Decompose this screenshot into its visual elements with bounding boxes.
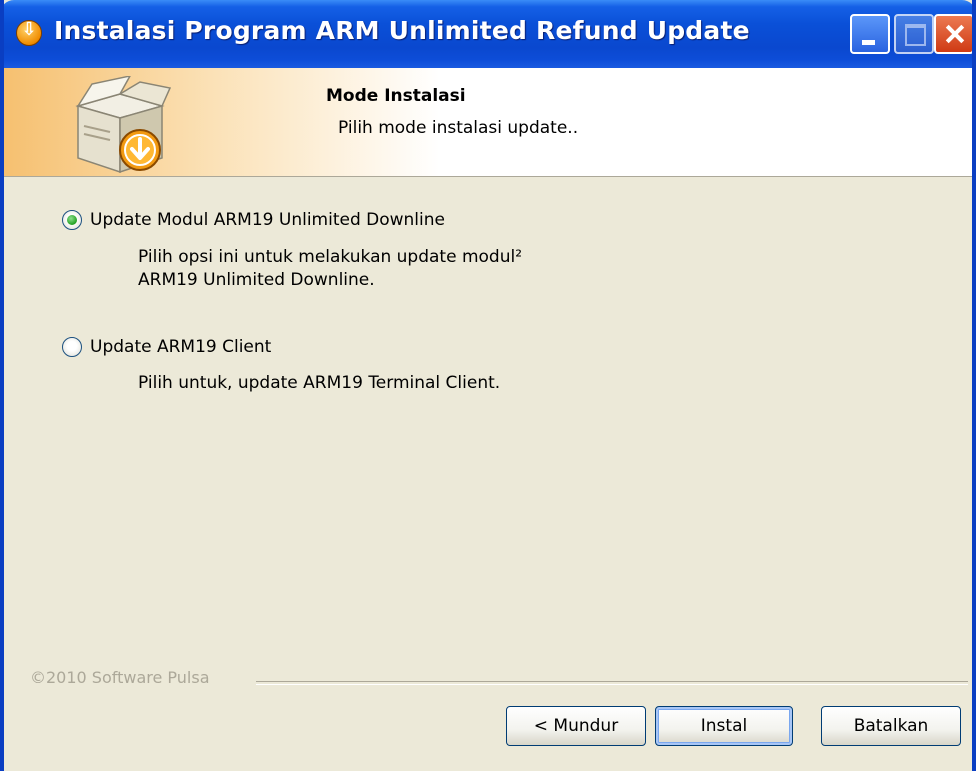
radio-update-client[interactable]	[62, 337, 82, 357]
option-update-client[interactable]: Update ARM19 Client	[62, 337, 271, 357]
page-title: Mode Instalasi	[326, 86, 466, 106]
page-subtitle: Pilih mode instalasi update..	[338, 118, 579, 138]
maximize-button[interactable]	[894, 14, 934, 54]
footer-divider	[256, 681, 968, 685]
copyright-branding: ©2010 Software Pulsa	[30, 668, 210, 687]
install-button[interactable]: Instal	[655, 706, 793, 746]
description-line: Pilih untuk, update ARM19 Terminal Clien…	[138, 373, 501, 393]
title-bar[interactable]: Instalasi Program ARM Unlimited Refund U…	[4, 0, 972, 68]
window-title: Instalasi Program ARM Unlimited Refund U…	[54, 16, 750, 45]
option-update-client-label: Update ARM19 Client	[90, 337, 272, 357]
installer-window: Instalasi Program ARM Unlimited Refund U…	[0, 0, 976, 771]
radio-update-modul[interactable]	[62, 210, 82, 230]
package-install-icon	[75, 76, 172, 174]
installer-download-icon	[16, 19, 42, 46]
option-update-client-description: Pilih untuk, update ARM19 Terminal Clien…	[138, 372, 500, 395]
wizard-header: Mode Instalasi Pilih mode instalasi upda…	[4, 68, 972, 177]
description-line: Pilih opsi ini untuk melakukan update mo…	[138, 247, 523, 267]
back-button[interactable]: < Mundur	[506, 706, 646, 746]
option-update-modul-description: Pilih opsi ini untuk melakukan update mo…	[138, 246, 522, 292]
cancel-button[interactable]: Batalkan	[821, 706, 961, 746]
close-button[interactable]	[934, 14, 972, 54]
option-update-modul-label: Update Modul ARM19 Unlimited Downline	[90, 210, 445, 230]
option-update-modul[interactable]: Update Modul ARM19 Unlimited Downline	[62, 210, 445, 230]
minimize-button[interactable]	[850, 14, 890, 54]
description-line: ARM19 Unlimited Downline.	[138, 270, 375, 290]
